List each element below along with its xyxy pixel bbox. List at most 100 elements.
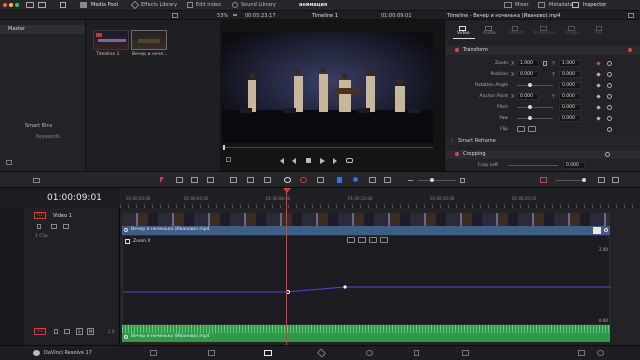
layout-icon[interactable] <box>38 2 46 8</box>
anchor-y-field[interactable]: 0.000 <box>559 93 581 100</box>
edit-page-icon[interactable] <box>264 350 272 356</box>
mixer-icon[interactable] <box>504 2 512 8</box>
chevron-down-icon[interactable] <box>233 14 237 17</box>
transform-enable-toggle[interactable] <box>455 48 459 52</box>
video-clip-thumbnails[interactable] <box>122 213 610 226</box>
next-frame-icon[interactable] <box>333 158 337 164</box>
flip-horizontal-button[interactable] <box>517 126 525 132</box>
expand-icon[interactable] <box>628 13 634 18</box>
zoom-detail-icon[interactable] <box>369 177 376 183</box>
media-page-icon[interactable] <box>150 350 157 356</box>
scrubber-handle[interactable] <box>223 145 225 150</box>
effects-library-icon[interactable] <box>130 0 140 10</box>
reset-icon[interactable] <box>607 83 612 88</box>
track-visibility-icon[interactable] <box>63 224 69 229</box>
overwrite-clip-icon[interactable] <box>247 177 254 183</box>
settings-gear-icon[interactable] <box>597 350 604 356</box>
keyframe-curve[interactable] <box>123 236 611 326</box>
volume-slider[interactable] <box>555 180 585 181</box>
fusion-page-icon[interactable] <box>316 348 327 358</box>
metadata-button[interactable]: Metadata <box>549 2 573 8</box>
zoom-x-field[interactable]: 1.000 <box>517 60 539 67</box>
video-track-name[interactable]: Video 1 <box>53 213 72 219</box>
insert-clip-icon[interactable] <box>230 177 237 183</box>
reset-icon[interactable] <box>605 152 610 157</box>
viewer-layout-icon[interactable] <box>172 13 178 18</box>
clip-options-icon[interactable] <box>604 228 608 232</box>
timeline-ruler[interactable]: 01:00:00:00 01:00:04:00 01:00:08:00 01:0… <box>120 188 640 208</box>
effects-library-button[interactable]: Effects Library <box>141 2 177 8</box>
smart-reframe-section[interactable]: › Smart Reframe <box>446 137 640 145</box>
zoom-out-icon[interactable] <box>408 180 413 181</box>
tab-video[interactable]: Video <box>457 31 470 36</box>
media-pool-icon[interactable] <box>80 2 87 8</box>
replace-clip-icon[interactable] <box>264 177 271 183</box>
media-pool-button[interactable]: Media Pool <box>91 2 118 8</box>
crop-left-field[interactable]: 0.000 <box>563 162 585 169</box>
pitch-slider[interactable] <box>517 107 553 108</box>
audio-track-badge[interactable]: A1 <box>34 328 46 335</box>
video-frame[interactable] <box>222 32 433 143</box>
inspector-icon[interactable] <box>572 2 579 8</box>
viewer-scrubber[interactable] <box>222 147 433 148</box>
playhead[interactable] <box>286 188 287 345</box>
tab-file[interactable]: File <box>594 31 602 36</box>
close-window-button[interactable] <box>3 3 7 7</box>
timeline-view-options-icon[interactable] <box>33 178 40 183</box>
clip-thumbnail-video[interactable] <box>131 30 167 50</box>
layout-icon[interactable] <box>60 2 66 8</box>
tab-transition[interactable]: Transition <box>533 31 555 36</box>
clip-thumbnail-timeline[interactable] <box>93 30 129 50</box>
keyframe-diamond-icon[interactable] <box>596 105 601 110</box>
transform-section-header[interactable]: Transform <box>446 46 640 55</box>
mute-button[interactable]: M <box>87 328 95 335</box>
video-clip[interactable]: Вечер и ноченька (Иваново).mp4 <box>122 226 610 235</box>
fullscreen-icon[interactable] <box>612 177 619 183</box>
reverse-play-icon[interactable] <box>292 158 296 164</box>
auto-select-icon[interactable] <box>51 224 57 229</box>
playhead-handle[interactable] <box>283 188 291 193</box>
zoom-custom-icon[interactable] <box>384 177 391 183</box>
timeline-zoom-slider[interactable] <box>418 180 456 181</box>
rotation-field[interactable]: 0.000 <box>559 82 581 89</box>
keyframe-diamond-icon[interactable] <box>596 116 601 121</box>
audio-clip[interactable]: Вечер и ноченька (Иваново).mp4 <box>122 325 610 342</box>
slider-knob[interactable] <box>582 178 586 182</box>
reset-icon[interactable] <box>607 72 612 77</box>
maximize-window-button[interactable] <box>15 3 19 7</box>
sound-library-button[interactable]: Sound Library <box>241 2 276 8</box>
rotation-slider[interactable] <box>517 85 553 86</box>
slider-knob[interactable] <box>430 178 434 182</box>
zoom-in-icon[interactable] <box>460 178 465 183</box>
color-page-icon[interactable] <box>366 350 373 356</box>
edit-index-button[interactable]: Edit Index <box>196 2 221 8</box>
cropping-section-header[interactable]: Cropping <box>446 150 640 159</box>
reset-icon[interactable] <box>607 116 612 121</box>
deliver-page-icon[interactable] <box>462 350 469 356</box>
keyframe-diamond-icon[interactable] <box>596 83 601 88</box>
slider-knob[interactable] <box>528 83 532 87</box>
crop-left-slider[interactable] <box>508 165 558 166</box>
metadata-icon[interactable] <box>538 2 545 8</box>
minimize-window-button[interactable] <box>9 3 13 7</box>
fairlight-page-icon[interactable] <box>414 350 419 356</box>
marker-icon[interactable] <box>353 177 358 182</box>
inspector-button[interactable]: Inspector <box>583 2 606 8</box>
sound-library-icon[interactable] <box>232 2 238 8</box>
lock-icon[interactable] <box>54 329 58 334</box>
audio-meter-icon[interactable] <box>598 177 605 183</box>
timeline-timecode[interactable]: 01:00:09:01 <box>47 193 102 203</box>
solo-button[interactable]: S <box>76 328 83 335</box>
selection-tool-icon[interactable] <box>160 177 164 183</box>
position-x-field[interactable]: 0.000 <box>517 71 539 78</box>
list-view-icon[interactable] <box>6 160 12 165</box>
pitch-field[interactable]: 0.000 <box>559 104 581 111</box>
tab-image[interactable]: Image <box>565 31 579 36</box>
bin-master[interactable]: Master <box>8 26 25 32</box>
zoom-y-field[interactable]: 1.000 <box>559 60 581 67</box>
stop-icon[interactable] <box>306 158 311 163</box>
reset-icon[interactable] <box>607 105 612 110</box>
yaw-field[interactable]: 0.000 <box>559 115 581 122</box>
video-track-badge[interactable]: V1 <box>34 212 46 219</box>
yaw-slider[interactable] <box>517 118 553 119</box>
